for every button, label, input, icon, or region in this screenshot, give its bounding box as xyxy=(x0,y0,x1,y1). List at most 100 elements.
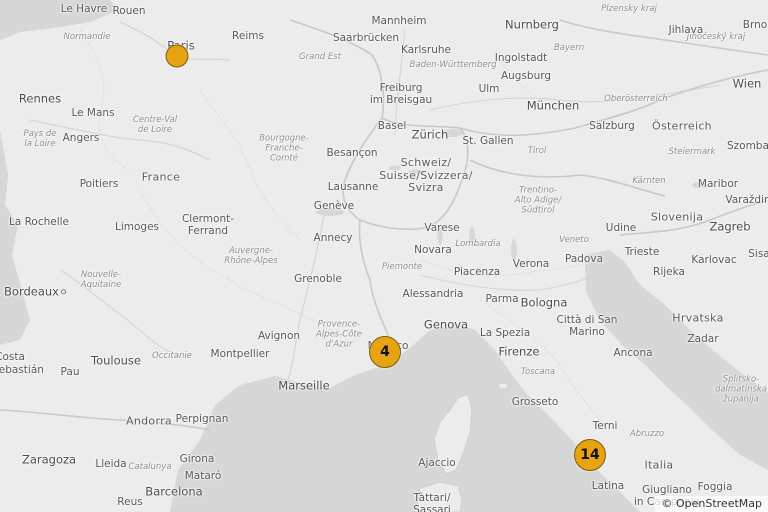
country-label: Österreich xyxy=(652,119,712,133)
region-label: Provence- Alpes-Côte d'Azur xyxy=(316,319,362,349)
place-label: Marseille xyxy=(278,378,330,393)
region-label: Piemonte xyxy=(381,261,423,272)
region-label: Kärnten xyxy=(632,175,666,186)
cluster-marker-nice[interactable]: 4 xyxy=(369,336,401,368)
place-label: Toulouse xyxy=(91,353,141,368)
place-label: Grenoble xyxy=(294,272,342,285)
place-label: Foggia xyxy=(697,480,733,493)
place-label: Maribor xyxy=(697,177,739,190)
region-label: Bourgogne- Franche- Comté xyxy=(259,133,309,163)
place-label: Angers xyxy=(62,131,100,144)
place-label: Udine xyxy=(605,221,637,234)
region-label: Splitsko-dalmatinska županija xyxy=(714,374,768,404)
region-label: Veneto xyxy=(559,234,589,245)
country-label: Italia xyxy=(644,458,674,472)
place-label: Genova xyxy=(423,317,469,332)
atlantic-sea xyxy=(0,130,30,345)
place-label: Brno xyxy=(742,18,768,31)
place-label: Augsburg xyxy=(500,69,552,82)
place-label: St. Gallen xyxy=(462,134,514,147)
region-label: Centre-Val de Loire xyxy=(132,115,178,135)
place-label: Reims xyxy=(232,29,264,42)
place-label: Zaragoza xyxy=(21,452,77,467)
adriatic-sea xyxy=(585,250,768,470)
place-label: Reus xyxy=(117,495,143,508)
place-label: Sebastián xyxy=(0,363,44,376)
region-label: Trentino- Alto Adige/Südtirol xyxy=(514,185,562,215)
place-label: Avignon xyxy=(257,329,301,342)
place-label: Costa xyxy=(0,350,25,363)
country-label: Hrvatska xyxy=(672,311,724,325)
region-label: Oberösterreich xyxy=(604,93,668,104)
region-label: Plzensky kraj xyxy=(601,3,657,14)
place-label: Città di San Marino xyxy=(556,313,618,338)
place-label: Pau xyxy=(60,365,80,378)
place-label: Girona xyxy=(179,452,215,465)
region-label: Grand Est xyxy=(299,51,341,62)
place-label: Tàttari/Sassari xyxy=(413,491,451,512)
region-label: Lombardia xyxy=(455,238,501,249)
place-label: Bologna xyxy=(520,295,568,310)
place-label: Ulm xyxy=(478,82,500,95)
region-label: Pays de la Loire xyxy=(23,129,57,149)
place-label: Nurnberg xyxy=(505,17,559,32)
map-view[interactable]: Le Havre Rouen Normandie Paris Reims Man… xyxy=(0,0,768,512)
place-label: Varaždin xyxy=(725,193,768,206)
marker-paris[interactable] xyxy=(165,44,189,68)
place-label: Zagreb xyxy=(709,219,751,234)
place-label: La Rochelle xyxy=(8,215,70,228)
place-label: Trieste xyxy=(624,245,660,258)
place-label: Varese xyxy=(424,221,460,234)
place-label: Karlsruhe xyxy=(401,43,451,56)
place-label: Mataró xyxy=(184,469,222,482)
place-label: La Spezia xyxy=(479,326,531,339)
place-label: Sisa xyxy=(748,247,768,260)
place-label: Wien xyxy=(732,76,762,91)
place-label: Ancona xyxy=(613,346,653,359)
place-label: Montpellier xyxy=(210,347,270,360)
place-label: Alessandria xyxy=(402,287,464,300)
place-label: München xyxy=(526,98,580,113)
place-label: Jihlava xyxy=(668,23,704,36)
region-label: Abruzzo xyxy=(629,428,665,439)
region-label: Steiermark xyxy=(668,146,716,157)
place-label: Le Mans xyxy=(71,106,115,119)
country-label: Schweiz/Suisse/Svizzera/Svizra xyxy=(379,156,473,195)
place-label: Basel xyxy=(377,119,407,132)
place-label: Piacenza xyxy=(453,265,501,278)
region-label: Bayern xyxy=(553,42,585,53)
place-label: Zürich xyxy=(411,127,449,142)
region-label: Nouvelle- Aquitaine xyxy=(80,270,122,290)
region-label: Normandie xyxy=(63,31,111,42)
place-label: Verona xyxy=(512,257,550,270)
country-label: Andorra xyxy=(126,414,172,428)
place-label: Genève xyxy=(313,199,355,212)
place-label: Besançon xyxy=(326,146,378,159)
place-label: Firenze xyxy=(498,344,540,359)
place-label: Novara xyxy=(414,243,452,256)
place-label: Szombat xyxy=(726,139,768,152)
place-label: Freiburg im Breisgau xyxy=(369,81,433,106)
region-label: Occitanie xyxy=(152,350,192,361)
place-label: Ingolstadt xyxy=(494,51,548,64)
place-label: Salzburg xyxy=(589,119,635,132)
place-label: Padova xyxy=(564,252,604,265)
map-attribution[interactable]: © OpenStreetMap xyxy=(655,496,768,512)
place-label: Poitiers xyxy=(79,177,119,190)
place-label: Limoges xyxy=(114,220,160,233)
place-label: Latina xyxy=(591,479,625,492)
place-label: Karlovac xyxy=(691,253,737,266)
country-label: France xyxy=(141,170,181,184)
region-label: Auvergne- Rhône-Alpes xyxy=(224,246,278,266)
place-label: Zadar xyxy=(687,332,719,345)
region-label: Toscana xyxy=(520,366,556,377)
place-label: Terni xyxy=(592,419,618,432)
place-label: Bordeaux xyxy=(4,286,66,298)
cluster-marker-rome[interactable]: 14 xyxy=(574,439,606,471)
region-label: Tirol xyxy=(527,145,547,156)
place-label: Annecy xyxy=(313,231,353,244)
place-label: Rouen xyxy=(112,4,146,17)
place-label: Saarbrücken xyxy=(332,31,400,44)
place-label: Ajaccio xyxy=(418,456,456,469)
border-fr-it xyxy=(358,219,393,346)
